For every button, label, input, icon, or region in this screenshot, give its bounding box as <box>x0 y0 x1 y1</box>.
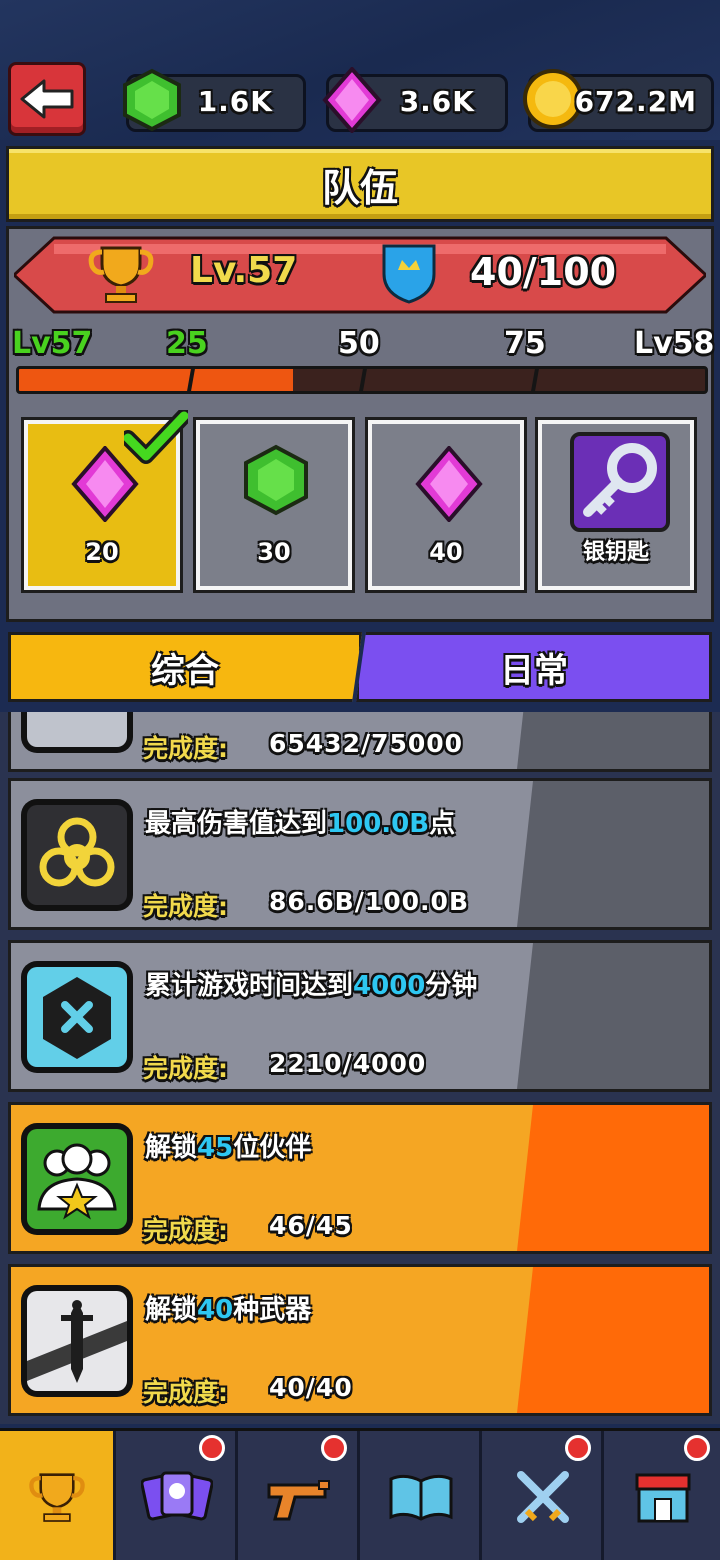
task-progress-value: 86.6B/100.0B <box>269 887 470 916</box>
task-progress-value: 2210/4000 <box>269 1049 427 1078</box>
task-progress-label: 完成度: <box>143 1216 228 1245</box>
shield-crown-icon <box>380 240 438 310</box>
progress-fill <box>19 369 294 391</box>
task-progress-value: 46/45 <box>269 1211 353 1240</box>
notification-badge <box>321 1435 347 1461</box>
tab-general[interactable]: 综合 <box>8 632 362 702</box>
task-description: 累计游戏时间达到4000分钟 <box>145 971 478 1001</box>
gold-coin-value: 672.2M <box>574 85 697 118</box>
biohazard-icon <box>27 805 127 905</box>
page-title-bar: 队伍 <box>6 146 714 222</box>
crossed-clock-icon <box>27 967 127 1067</box>
notification-badge <box>199 1435 225 1461</box>
trophy-icon <box>86 242 156 310</box>
green-gem-value: 1.6K <box>197 85 273 118</box>
task-list[interactable]: 完成度: 65432/75000 最高伤害值达到100.0B点 完成度: 86.… <box>0 712 720 1424</box>
task-reward-area <box>517 781 709 927</box>
nav-weapons[interactable] <box>240 1431 360 1560</box>
pink-gem-value: 3.6K <box>399 85 475 118</box>
reward-amount: 银钥匙 <box>582 540 649 565</box>
page-title: 队伍 <box>321 165 398 210</box>
bottom-navigation <box>0 1428 720 1560</box>
task-row[interactable]: 累计游戏时间达到4000分钟 完成度: 2210/4000 <box>8 940 712 1092</box>
tab-daily[interactable]: 日常 <box>356 632 712 702</box>
nav-book[interactable] <box>362 1431 482 1560</box>
task-reward-area <box>517 712 709 769</box>
reward-amount: 30 <box>257 538 291 566</box>
notification-badge <box>684 1435 710 1461</box>
partial-icon <box>27 712 127 747</box>
green-gem-icon <box>240 444 312 520</box>
team-points: 40/100 <box>470 250 617 294</box>
progress-marker-75: 75 <box>504 326 546 361</box>
task-icon <box>21 799 133 911</box>
trophy-icon <box>28 1473 85 1522</box>
gold-coin-counter[interactable]: 672.2M <box>523 69 714 132</box>
task-progress-label: 完成度: <box>143 1378 228 1407</box>
nav-cards[interactable] <box>118 1431 238 1560</box>
reward-slot-2[interactable]: 30 <box>193 417 355 593</box>
level-ribbon: Lv.57 40/100 <box>14 236 706 314</box>
task-description: 解锁40种武器 <box>145 1295 312 1325</box>
task-description: 最高伤害值达到100.0B点 <box>145 809 456 839</box>
task-progress-label: 完成度: <box>143 892 228 921</box>
task-progress-label: 完成度: <box>143 734 228 763</box>
task-description: 解锁45位伙伴 <box>145 1133 312 1163</box>
task-row[interactable]: 解锁40种武器 完成度: 40/40 <box>8 1264 712 1416</box>
task-reward-area <box>517 943 709 1089</box>
team-progress-bar <box>16 366 708 394</box>
shop-icon <box>635 1473 691 1523</box>
progress-divider <box>530 369 540 391</box>
task-reward-area <box>517 1105 709 1251</box>
back-button[interactable] <box>8 62 86 136</box>
progress-marker-start: Lv57 <box>12 326 93 361</box>
task-icon <box>21 712 133 753</box>
tab-daily-label: 日常 <box>500 650 568 691</box>
progress-marker-end: Lv58 <box>634 326 715 361</box>
book-icon <box>389 1474 452 1521</box>
pistol-icon <box>267 1480 330 1521</box>
sword-icon <box>27 1291 127 1391</box>
reward-slot-1[interactable]: 20 <box>21 408 192 593</box>
team-level: Lv.57 <box>190 250 298 291</box>
reward-slot-4[interactable]: 银钥匙 <box>535 417 697 593</box>
reward-slot-3[interactable]: 40 <box>365 417 527 593</box>
checkmark-icon <box>120 408 192 468</box>
task-progress-label: 完成度: <box>143 1054 228 1083</box>
task-row[interactable]: 最高伤害值达到100.0B点 完成度: 86.6B/100.0B <box>8 778 712 930</box>
task-progress-value: 40/40 <box>269 1373 353 1402</box>
back-arrow-icon <box>20 79 74 119</box>
notification-badge <box>565 1435 591 1461</box>
reward-amount: 20 <box>85 538 119 566</box>
nav-trophy[interactable] <box>0 1431 116 1560</box>
green-gem-counter[interactable]: 1.6K <box>123 68 306 132</box>
task-row[interactable]: 解锁45位伙伴 完成度: 46/45 <box>8 1102 712 1254</box>
green-gem-icon <box>119 67 185 137</box>
progress-marker-25: 25 <box>166 326 208 361</box>
cards-icon <box>140 1471 213 1521</box>
silver-key-icon <box>570 432 670 532</box>
pink-gem-counter[interactable]: 3.6K <box>322 65 508 135</box>
crossed-swords-icon <box>516 1471 569 1523</box>
task-icon <box>21 1123 133 1235</box>
nav-battle[interactable] <box>484 1431 604 1560</box>
pink-gem-icon <box>319 65 385 137</box>
pink-gem-icon <box>414 444 484 526</box>
tab-general-label: 综合 <box>151 650 219 691</box>
task-icon <box>21 1285 133 1397</box>
task-icon <box>21 961 133 1073</box>
task-reward-area <box>517 1267 709 1413</box>
reward-amount: 40 <box>429 538 463 566</box>
nav-shop[interactable] <box>606 1431 720 1560</box>
task-progress-value: 65432/75000 <box>269 729 464 758</box>
progress-marker-50: 50 <box>338 326 380 361</box>
partners-icon <box>27 1129 127 1229</box>
task-row[interactable]: 完成度: 65432/75000 <box>8 712 712 772</box>
progress-divider <box>358 369 368 391</box>
